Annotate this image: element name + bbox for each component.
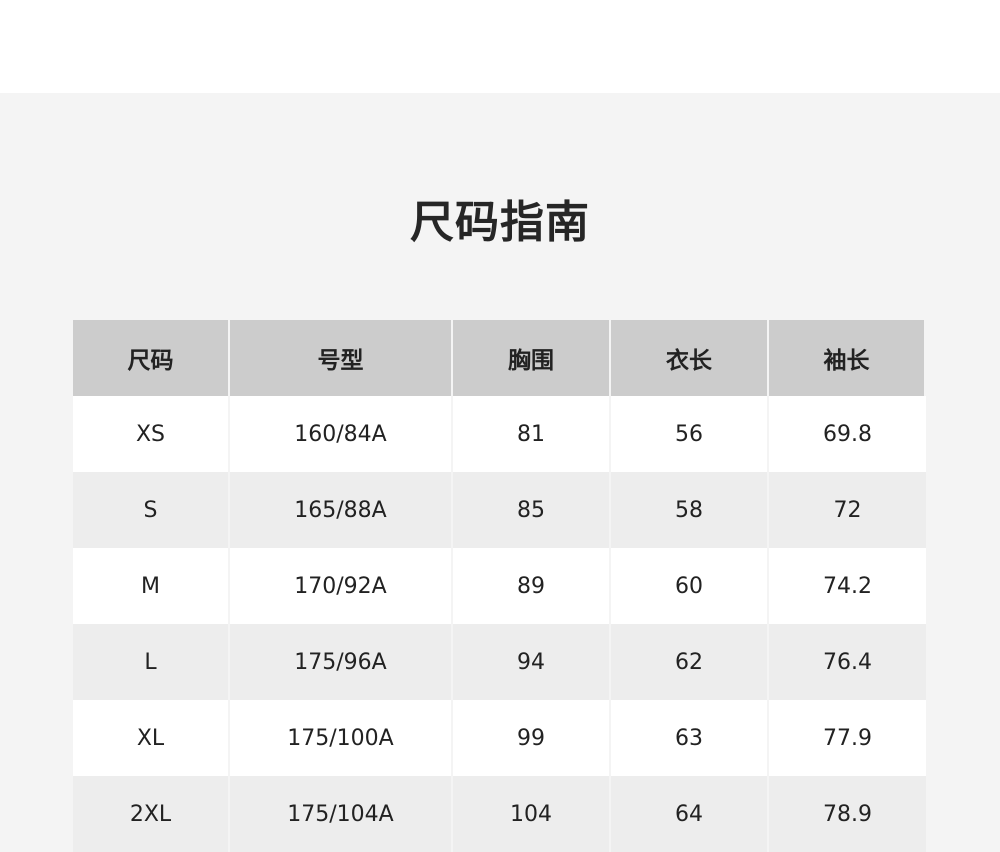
size-guide-section: 尺码指南 尺码 号型 胸围 衣长 袖长 XS 160/84A 81 56 69.… [0,93,1000,852]
header-sleeve: 袖长 [769,320,926,396]
cell-size: S [73,472,230,548]
header-chest: 胸围 [453,320,611,396]
cell-chest: 81 [453,396,611,472]
header-length: 衣长 [611,320,769,396]
cell-sleeve: 74.2 [823,573,872,599]
cell-chest: 94 [453,624,611,700]
table-row: S 165/88A 85 58 72 [73,472,926,548]
cell-chest: 89 [453,548,611,624]
cell-size: L [73,624,230,700]
cell-length: 60 [611,548,769,624]
cell-fit-code: 160/84A [230,396,453,472]
cell-sleeve: 69.8 [823,421,872,447]
table-row: L 175/96A 94 62 76.4 [73,624,926,700]
header-fit-code: 号型 [230,320,453,396]
cell-length: 58 [611,472,769,548]
table-row: XS 160/84A 81 56 69.8 [73,396,926,472]
table-header-row: 尺码 号型 胸围 衣长 袖长 [73,320,926,396]
cell-fit-code: 170/92A [230,548,453,624]
cell-fit-code: 175/100A [230,700,453,776]
header-size: 尺码 [73,320,230,396]
table-row: 2XL 175/104A 104 64 78.9 [73,776,926,852]
cell-fit-code: 175/104A [230,776,453,852]
cell-size: M [73,548,230,624]
cell-chest: 99 [453,700,611,776]
table-row: XL 175/100A 99 63 77.9 [73,700,926,776]
cell-length: 63 [611,700,769,776]
cell-length: 64 [611,776,769,852]
cell-fit-code: 165/88A [230,472,453,548]
table-row: M 170/92A 89 60 74.2 [73,548,926,624]
page-title: 尺码指南 [410,197,590,248]
top-white-band [0,0,1000,93]
cell-length: 62 [611,624,769,700]
cell-fit-code: 175/96A [230,624,453,700]
cell-chest: 85 [453,472,611,548]
cell-chest: 104 [453,776,611,852]
cell-sleeve: 77.9 [823,725,872,751]
cell-size: XL [73,700,230,776]
cell-sleeve: 72 [833,497,862,523]
cell-size: XS [73,396,230,472]
cell-length: 56 [611,396,769,472]
size-table: 尺码 号型 胸围 衣长 袖长 XS 160/84A 81 56 69.8 S 1… [73,320,926,852]
cell-sleeve: 78.9 [823,801,872,827]
cell-sleeve: 76.4 [823,649,872,675]
cell-size: 2XL [73,776,230,852]
